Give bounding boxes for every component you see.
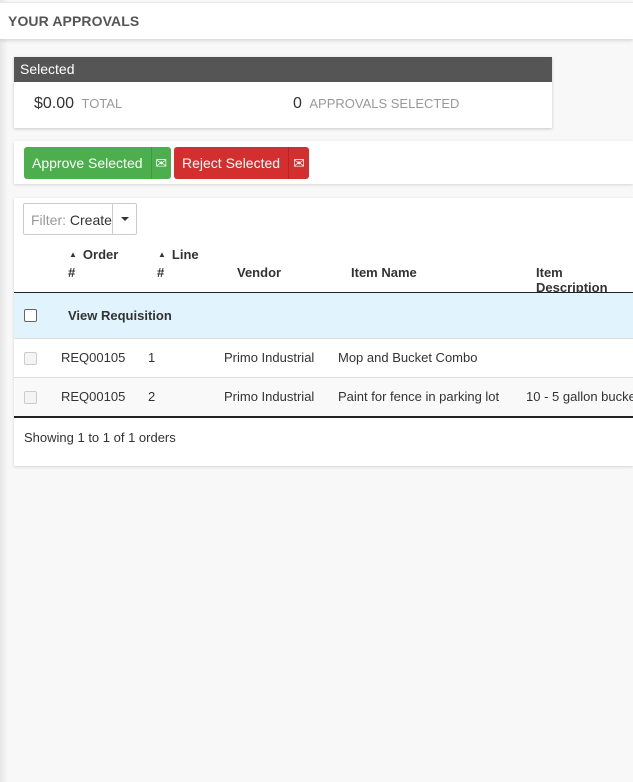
selected-summary-panel: Selected $0.00 TOTAL 0 APPROVALS SELECTE… <box>14 57 552 128</box>
selected-panel-title: Selected <box>14 57 552 82</box>
approvals-table-panel: Filter: Create ▲ Order # ▲ Line # Vendor I… <box>14 198 633 466</box>
selected-total-value: $0.00 <box>34 95 75 112</box>
view-requisition-link[interactable]: View Requisition <box>68 308 172 323</box>
column-header-order[interactable]: ▲ Order <box>69 247 118 262</box>
selected-total-label: TOTAL <box>81 96 123 111</box>
approve-selected-button[interactable]: Approve Selected ✉ <box>24 147 171 179</box>
caret-down-icon <box>120 217 129 221</box>
table-info: Showing 1 to 1 of 1 orders <box>24 430 176 445</box>
reject-selected-button[interactable]: Reject Selected ✉ <box>174 147 309 179</box>
column-header-order-label: Order <box>82 247 119 262</box>
cell-order: REQ00105 <box>61 389 126 404</box>
filter-dropdown[interactable]: Filter: Create <box>23 203 137 235</box>
selected-count-value: 0 <box>293 95 302 112</box>
page-title: YOUR APPROVALS <box>8 13 140 29</box>
group-select-checkbox[interactable] <box>24 309 37 322</box>
filter-selected: Create <box>69 212 112 228</box>
column-header-line-label: Line <box>171 247 199 262</box>
sort-up-icon: ▲ <box>69 250 77 259</box>
reject-selected-label: Reject Selected <box>182 155 281 171</box>
page-header: YOUR APPROVALS <box>0 2 633 39</box>
group-row: View Requisition <box>14 293 633 339</box>
row-select-checkbox[interactable] <box>24 352 37 365</box>
cell-item-name: Mop and Bucket Combo <box>338 350 478 365</box>
column-header-line[interactable]: ▲ Line <box>158 247 199 262</box>
cell-line: 2 <box>148 389 156 404</box>
selected-total: $0.00 TOTAL <box>34 95 122 113</box>
cell-item-description: 10 - 5 gallon bucke <box>526 389 633 404</box>
sort-up-icon: ▲ <box>158 250 166 259</box>
envelope-icon: ✉ <box>288 147 309 179</box>
selected-count-label: APPROVALS SELECTED <box>309 96 460 111</box>
row-select-checkbox[interactable] <box>24 391 37 404</box>
cell-line: 1 <box>148 350 156 365</box>
page-edge-shadow <box>0 0 8 782</box>
table-row: REQ00105 1 Primo Industrial Mop and Buck… <box>14 339 633 378</box>
approve-selected-label: Approve Selected <box>32 155 143 171</box>
cell-vendor: Primo Industrial <box>224 389 315 404</box>
filter-value[interactable]: Filter: Create <box>24 204 112 234</box>
column-header-vendor[interactable]: Vendor <box>237 265 281 280</box>
column-header-item-description[interactable]: Item Description <box>536 265 633 295</box>
column-header-line-sub: # <box>157 265 165 280</box>
filter-toggle-button[interactable] <box>112 204 136 234</box>
envelope-icon: ✉ <box>150 147 171 179</box>
actions-bar: Approve Selected ✉ Reject Selected ✉ <box>14 141 633 184</box>
cell-item-name: Paint for fence in parking lot <box>338 389 500 404</box>
selected-count: 0 APPROVALS SELECTED <box>293 95 459 113</box>
column-header-order-sub: # <box>68 265 76 280</box>
filter-prefix: Filter: <box>31 212 66 228</box>
cell-order: REQ00105 <box>61 350 126 365</box>
cell-vendor: Primo Industrial <box>224 350 315 365</box>
table-row: REQ00105 2 Primo Industrial Paint for fe… <box>14 378 633 418</box>
column-header-item-name[interactable]: Item Name <box>351 265 417 280</box>
